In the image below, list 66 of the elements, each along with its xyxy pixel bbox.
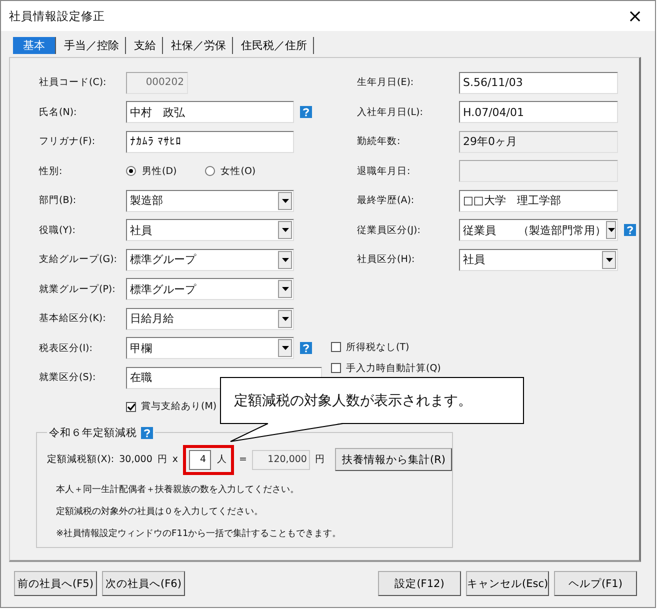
count-field[interactable]: 4: [189, 450, 211, 470]
input-field[interactable]: ﾅｶﾑﾗ ﾏｻﾋﾛ: [126, 130, 294, 153]
action-button[interactable]: 設定(F12): [378, 571, 461, 596]
help-icon[interactable]: [300, 342, 312, 354]
window-title: 社員情報設定修正: [9, 8, 105, 24]
input-field[interactable]: 中村 政弘: [126, 101, 294, 124]
dropdown[interactable]: 甲欄: [126, 337, 294, 360]
dropdown[interactable]: 従業員 （製造部門常用）: [459, 219, 618, 242]
check-icon: [127, 402, 135, 410]
dropdown[interactable]: 日給月給: [126, 308, 294, 330]
readonly-field: 29年0ヶ月: [459, 130, 618, 153]
help-icon[interactable]: [141, 426, 153, 438]
field-label: 基本給区分(K):: [39, 312, 107, 326]
checkbox[interactable]: 所得税なし(T): [331, 340, 410, 354]
note-text: 本人＋同一生計配偶者＋扶養親族の数を入力してください。: [56, 484, 300, 496]
unit-text: 円: [157, 453, 168, 466]
input-field[interactable]: H.07/04/01: [459, 101, 618, 124]
field-label: フリガナ(F):: [39, 135, 96, 148]
code-field: 000202: [126, 72, 188, 94]
help-icon[interactable]: [300, 106, 312, 118]
action-button[interactable]: キャンセル(Esc): [466, 571, 549, 596]
field-label: 最終学歴(A):: [356, 194, 416, 208]
field-label: 税表区分(I):: [39, 342, 94, 355]
field-label: 退職年月日:: [356, 164, 412, 178]
dropdown[interactable]: 標準グループ: [126, 248, 294, 271]
field-label: 社員コード(C):: [39, 76, 108, 90]
field-label: 部門(B):: [39, 194, 78, 208]
radio-button[interactable]: 女性(O): [204, 164, 256, 178]
field-label: 生年月日(E):: [356, 76, 415, 90]
radio-button[interactable]: 男性(D): [126, 164, 177, 178]
field-label: 入社年月日(L):: [356, 106, 424, 119]
field-label: 従業員区分(J):: [356, 224, 422, 237]
unit-text: 円: [314, 453, 325, 466]
field-label: 性別:: [39, 164, 64, 178]
dropdown[interactable]: 社員: [126, 219, 294, 242]
field-label: 定額減税額(X):: [47, 453, 114, 466]
field-label: 就業グループ(P):: [39, 282, 116, 296]
dropdown[interactable]: 社員: [459, 248, 618, 271]
input-field[interactable]: S.56/11/03: [459, 72, 618, 94]
tab[interactable]: 基本: [13, 37, 56, 54]
field-label: 就業区分(S):: [39, 371, 97, 384]
nav-button[interactable]: 次の社員へ(F6): [102, 571, 185, 596]
amount-text: 30,000: [119, 454, 152, 465]
checkbox[interactable]: 手入力時自動計算(Q): [331, 362, 441, 374]
field-label: 支給グループ(G):: [39, 253, 118, 266]
total-field: 120,000: [252, 450, 310, 470]
dropdown[interactable]: 標準グループ: [126, 278, 294, 300]
operator-text: =: [239, 454, 247, 465]
group-title: 令和６年定額減税: [49, 426, 137, 440]
action-button[interactable]: ヘルプ(F1): [554, 571, 637, 596]
callout-text: 定額減税の対象人数が表示されます。: [234, 392, 472, 410]
input-field[interactable]: □□大学 理工学部: [459, 190, 618, 212]
unit-text: 人: [217, 453, 227, 466]
field-label: 役職(Y):: [39, 224, 76, 237]
note-text: 定額減税の対象外の社員は０を入力してください。: [56, 506, 264, 518]
close-button[interactable]: ×: [615, 1, 655, 31]
checkbox[interactable]: 賞与支給あり(M): [126, 400, 217, 413]
note-text: ※社員情報設定ウィンドウのF11から一括で集計することもできます。: [56, 528, 342, 540]
field-label: 社員区分(H):: [356, 253, 416, 266]
operator-text: x: [172, 454, 178, 465]
nav-button[interactable]: 前の社員へ(F5): [14, 571, 97, 596]
field-label: 氏名(N):: [39, 106, 78, 119]
field-label: 勤続年数:: [356, 135, 402, 148]
help-icon[interactable]: [624, 224, 636, 236]
dropdown[interactable]: 製造部: [126, 190, 294, 212]
aggregate-button[interactable]: 扶養情報から集計(R): [334, 448, 452, 471]
